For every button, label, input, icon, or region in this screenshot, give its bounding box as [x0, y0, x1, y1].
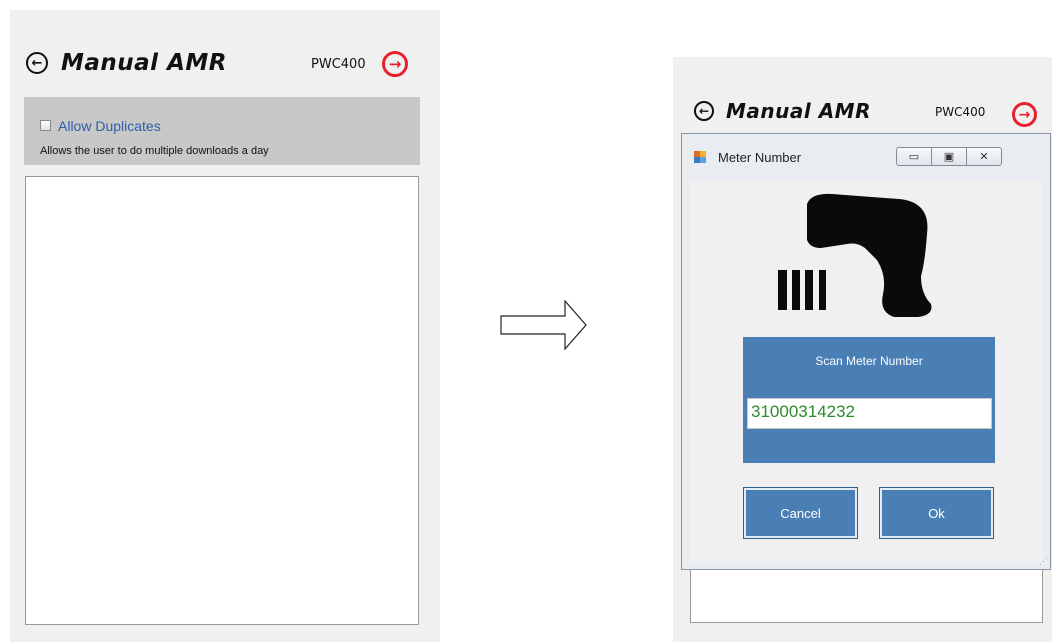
restore-icon[interactable]: ▣: [931, 147, 967, 166]
close-icon[interactable]: ✕: [966, 147, 1002, 166]
next-arrow-icon[interactable]: →: [1012, 102, 1037, 127]
minimize-icon[interactable]: ▭: [896, 147, 932, 166]
resize-grip-icon[interactable]: ⋰: [1039, 556, 1048, 567]
records-list[interactable]: [25, 176, 419, 625]
app-window-icon: [694, 151, 706, 163]
ok-button[interactable]: Ok: [879, 487, 994, 539]
barcode-scanner-icon: [778, 193, 932, 317]
scan-label: Scan Meter Number: [815, 354, 923, 368]
allow-duplicates-label[interactable]: Allow Duplicates: [58, 118, 161, 134]
page-title: Manual AMR: [726, 99, 871, 123]
cancel-button[interactable]: Cancel: [743, 487, 858, 539]
right-header: ← Manual AMR: [694, 99, 871, 123]
window-controls: ▭ ▣ ✕: [896, 147, 1002, 166]
back-arrow-icon[interactable]: ←: [26, 52, 48, 74]
allow-duplicates-description: Allows the user to do multiple downloads…: [40, 145, 269, 157]
options-bar: Allow Duplicates Allows the user to do m…: [24, 97, 420, 165]
dialog-body: Scan Meter Number 31000314232 Cancel Ok: [690, 180, 1042, 563]
allow-duplicates-checkbox[interactable]: [40, 120, 51, 131]
left-screen: ← Manual AMR PWC400 → Allow Duplicates A…: [10, 10, 440, 642]
scan-panel: Scan Meter Number 31000314232: [743, 337, 995, 463]
device-code: PWC400: [935, 105, 986, 119]
meter-number-dialog: Meter Number ▭ ▣ ✕ Scan Meter Number 310…: [681, 133, 1051, 570]
meter-number-input[interactable]: 31000314232: [747, 398, 992, 429]
dialog-titlebar[interactable]: Meter Number ▭ ▣ ✕: [682, 134, 1050, 180]
next-arrow-icon[interactable]: →: [382, 51, 408, 77]
page-title: Manual AMR: [61, 50, 227, 76]
back-arrow-icon[interactable]: ←: [694, 101, 714, 121]
left-header: ← Manual AMR: [26, 50, 227, 76]
right-arrow-icon: [500, 300, 587, 350]
dialog-title: Meter Number: [718, 150, 802, 165]
device-code: PWC400: [311, 57, 366, 72]
